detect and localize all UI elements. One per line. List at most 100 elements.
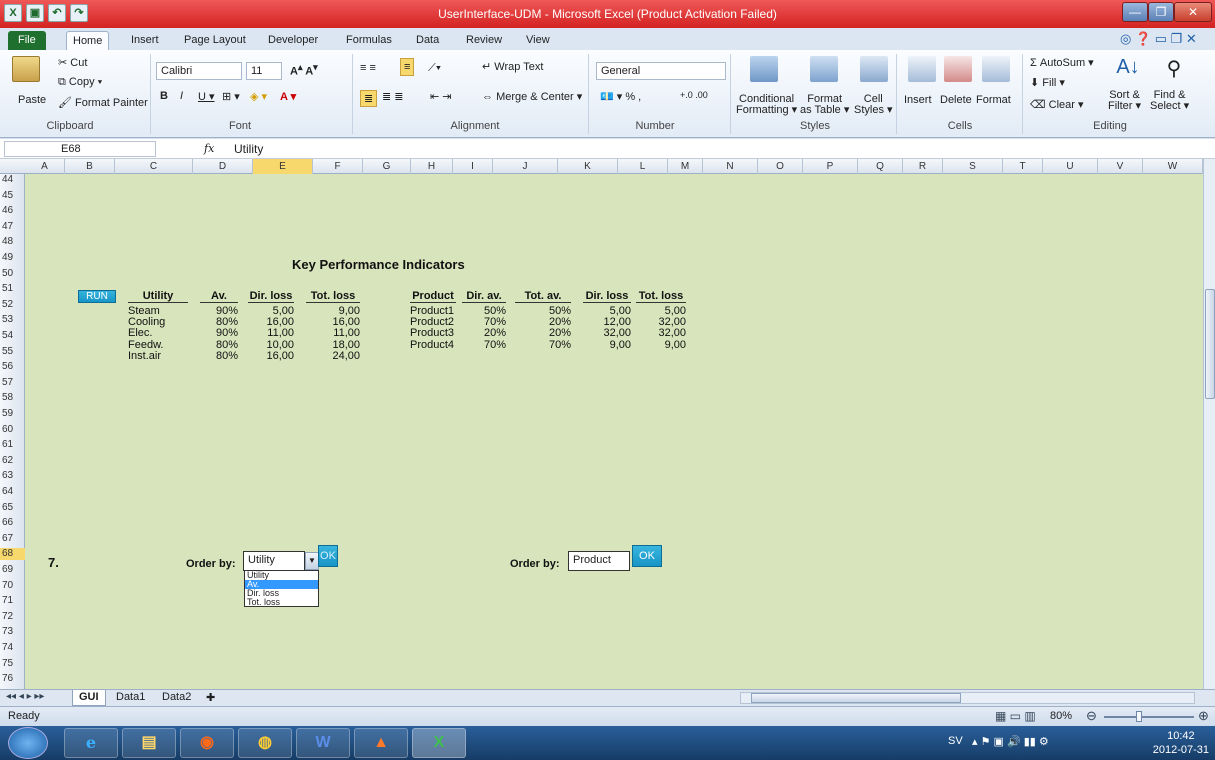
- column-header-u[interactable]: U: [1043, 159, 1098, 174]
- dropdown-option[interactable]: Tot. loss: [245, 598, 318, 607]
- formula-input[interactable]: Utility: [234, 142, 263, 156]
- close-button[interactable]: ✕: [1174, 2, 1212, 22]
- indent-icon[interactable]: ⇤ ⇥: [430, 90, 452, 103]
- delete-cells-icon[interactable]: [944, 56, 972, 82]
- font-name-select[interactable]: Calibri: [156, 62, 242, 80]
- product-cell[interactable]: 9,00: [636, 339, 686, 351]
- row-header-67[interactable]: 67: [0, 533, 25, 545]
- row-header-57[interactable]: 57: [0, 377, 25, 389]
- row-header-50[interactable]: 50: [0, 268, 25, 280]
- conditional-formatting-icon[interactable]: [750, 56, 778, 82]
- tab-view[interactable]: View: [520, 31, 556, 50]
- cell-styles-icon[interactable]: [860, 56, 888, 82]
- product-cell[interactable]: 32,00: [636, 327, 686, 339]
- zoom-level[interactable]: 80%: [1050, 710, 1072, 722]
- paste-button[interactable]: Paste: [18, 94, 46, 106]
- underline-icon[interactable]: U ▾: [198, 90, 215, 103]
- column-header-i[interactable]: I: [453, 159, 493, 174]
- product-cell[interactable]: 70%: [462, 339, 506, 351]
- column-header-r[interactable]: R: [903, 159, 943, 174]
- utility-cell[interactable]: 11,00: [248, 327, 294, 339]
- column-header-s[interactable]: S: [943, 159, 1003, 174]
- italic-icon[interactable]: I: [180, 90, 183, 102]
- column-header-a[interactable]: A: [25, 159, 65, 174]
- column-header-e[interactable]: E: [253, 159, 313, 174]
- dropdown-arrow-icon[interactable]: ▼: [305, 552, 319, 570]
- row-header-53[interactable]: 53: [0, 314, 25, 326]
- row-header-54[interactable]: 54: [0, 330, 25, 342]
- column-header-p[interactable]: P: [803, 159, 858, 174]
- horizontal-scroll-thumb[interactable]: [751, 693, 961, 703]
- fill-color-icon[interactable]: ◈ ▾: [250, 90, 267, 103]
- align-bottom-icon[interactable]: ≡: [400, 58, 415, 76]
- product-cell[interactable]: Product3: [410, 327, 456, 339]
- column-header-n[interactable]: N: [703, 159, 758, 174]
- column-header-m[interactable]: M: [668, 159, 703, 174]
- format-cells-button[interactable]: Format: [976, 94, 1011, 106]
- bold-icon[interactable]: B: [160, 90, 168, 102]
- order-by-select-left[interactable]: Utility: [243, 551, 305, 571]
- delete-cells-button[interactable]: Delete: [940, 94, 972, 106]
- product-cell[interactable]: Product1: [410, 305, 456, 317]
- utility-cell[interactable]: 90%: [200, 327, 238, 339]
- utility-cell[interactable]: 90%: [200, 305, 238, 317]
- binoculars-icon[interactable]: ⚲: [1160, 56, 1188, 82]
- currency-icon[interactable]: 💶 ▾ % ,: [600, 90, 641, 103]
- column-header-o[interactable]: O: [758, 159, 803, 174]
- fill-button[interactable]: ⬇ Fill ▾: [1030, 76, 1065, 89]
- sheet-tab-data2[interactable]: Data2: [156, 690, 197, 706]
- tab-page-layout[interactable]: Page Layout: [178, 31, 252, 50]
- row-header-49[interactable]: 49: [0, 252, 25, 264]
- row-header-46[interactable]: 46: [0, 205, 25, 217]
- maximize-button[interactable]: ❐: [1148, 2, 1174, 22]
- ie-icon[interactable]: e: [64, 728, 118, 758]
- zoom-slider-thumb[interactable]: [1136, 711, 1142, 722]
- column-header-g[interactable]: G: [363, 159, 411, 174]
- row-header-45[interactable]: 45: [0, 190, 25, 202]
- row-header-70[interactable]: 70: [0, 580, 25, 592]
- insert-cells-button[interactable]: Insert: [904, 94, 932, 106]
- product-cell[interactable]: 70%: [462, 316, 506, 328]
- number-format-select[interactable]: General: [596, 62, 726, 80]
- row-header-52[interactable]: 52: [0, 299, 25, 311]
- tab-data[interactable]: Data: [410, 31, 445, 50]
- tab-developer[interactable]: Developer: [262, 31, 324, 50]
- row-header-60[interactable]: 60: [0, 424, 25, 436]
- row-header-58[interactable]: 58: [0, 392, 25, 404]
- row-header-56[interactable]: 56: [0, 361, 25, 373]
- view-buttons-icon[interactable]: ▦ ▭ ▥: [995, 709, 1036, 723]
- column-header-f[interactable]: F: [313, 159, 363, 174]
- product-cell[interactable]: 50%: [462, 305, 506, 317]
- column-header-j[interactable]: J: [493, 159, 558, 174]
- column-header-t[interactable]: T: [1003, 159, 1043, 174]
- tab-insert[interactable]: Insert: [125, 31, 165, 50]
- product-cell[interactable]: 5,00: [636, 305, 686, 317]
- sort-filter-button[interactable]: Sort & Filter ▾: [1108, 90, 1141, 112]
- product-cell[interactable]: 5,00: [583, 305, 631, 317]
- product-cell[interactable]: 12,00: [583, 316, 631, 328]
- product-cell[interactable]: 32,00: [583, 327, 631, 339]
- align-left-icon[interactable]: ≣: [360, 90, 378, 107]
- help-icon[interactable]: ◎ ❓ ▭ ❐ ✕: [1120, 31, 1197, 47]
- utility-cell[interactable]: 9,00: [306, 305, 360, 317]
- row-header-59[interactable]: 59: [0, 408, 25, 420]
- row-header-68[interactable]: 68: [0, 548, 25, 561]
- row-header-63[interactable]: 63: [0, 470, 25, 482]
- row-header-71[interactable]: 71: [0, 595, 25, 607]
- row-header-76[interactable]: 76: [0, 673, 25, 685]
- font-size-select[interactable]: 11: [246, 62, 282, 80]
- row-header-55[interactable]: 55: [0, 346, 25, 358]
- utility-cell[interactable]: Inst.air: [128, 350, 188, 362]
- find-select-button[interactable]: Find & Select ▾: [1150, 90, 1189, 112]
- order-by-select-right[interactable]: Product: [568, 551, 630, 571]
- vertical-scroll-thumb[interactable]: [1205, 289, 1215, 399]
- product-cell[interactable]: 20%: [515, 327, 571, 339]
- product-cell[interactable]: 70%: [515, 339, 571, 351]
- explorer-icon[interactable]: ▤: [122, 728, 176, 758]
- vertical-scrollbar[interactable]: [1203, 159, 1215, 689]
- tab-review[interactable]: Review: [460, 31, 508, 50]
- utility-cell[interactable]: 80%: [200, 316, 238, 328]
- zoom-in-icon[interactable]: ⊕: [1198, 708, 1209, 724]
- row-header-61[interactable]: 61: [0, 439, 25, 451]
- language-indicator[interactable]: SV: [948, 735, 963, 747]
